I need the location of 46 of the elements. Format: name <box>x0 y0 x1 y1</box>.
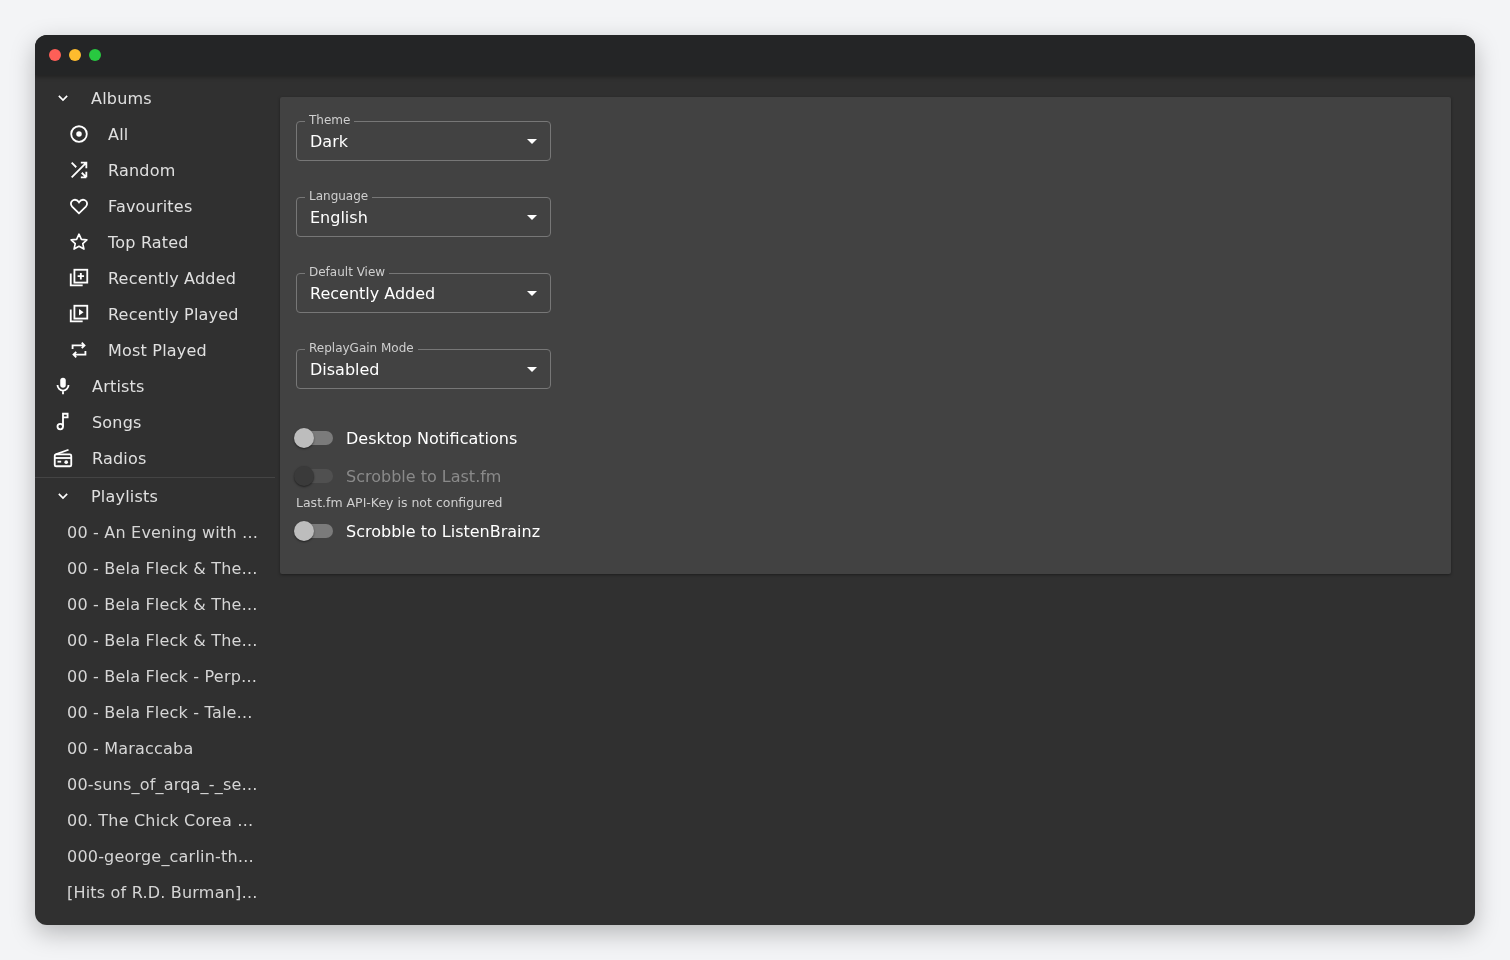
playlist-item[interactable]: 00 - Bela Fleck & The… <box>35 550 258 586</box>
sidebar-group-header[interactable]: Playlists <box>35 478 275 514</box>
sidebar-item[interactable]: Songs <box>35 404 275 440</box>
sidebar-item[interactable]: Most Played <box>35 332 275 368</box>
toggle-switch[interactable] <box>296 427 334 449</box>
helper-text: Last.fm API-Key is not configured <box>296 495 504 510</box>
minimize-button[interactable] <box>69 49 81 61</box>
playlist-item[interactable]: 00. The Chick Corea … <box>35 802 254 838</box>
sidebar-item[interactable]: Artists <box>35 368 275 404</box>
caret-icon <box>527 138 537 144</box>
playlist-item[interactable]: 00 - Bela Fleck - Tale… <box>35 694 253 730</box>
select-field[interactable]: Theme Dark <box>296 113 551 161</box>
caret-icon <box>527 290 537 296</box>
toggle-label: Scrobble to ListenBrainz <box>346 521 541 541</box>
sidebar-item[interactable]: Radios <box>35 440 275 476</box>
close-button[interactable] <box>49 49 61 61</box>
toggle-label: Desktop Notifications <box>346 428 518 448</box>
sidebar-item[interactable]: Recently Played <box>35 296 275 332</box>
shuffle-icon <box>68 159 90 181</box>
caret-icon <box>527 366 537 372</box>
star-icon <box>68 231 90 253</box>
playlist-item[interactable]: 000-george_carlin-th… <box>35 838 254 874</box>
select-field[interactable]: Default View Recently Added <box>296 265 551 313</box>
sidebar-item[interactable]: Favourites <box>35 188 275 224</box>
library-add-icon <box>68 267 90 289</box>
library-play-icon <box>68 303 90 325</box>
radio-icon <box>52 447 74 469</box>
toggle-label: Scrobble to Last.fm <box>346 466 502 486</box>
sidebar-item[interactable]: All <box>35 116 275 152</box>
playlist-item[interactable]: 00 - Bela Fleck & The… <box>35 622 258 658</box>
playlist-item[interactable]: 00 - Bela Fleck - Perp… <box>35 658 258 694</box>
playlist-item[interactable]: [Hits of R.D. Burman]… <box>35 874 258 910</box>
sidebar-group-header[interactable]: Albums <box>35 80 275 116</box>
maximize-button[interactable] <box>89 49 101 61</box>
disc-icon <box>68 123 90 145</box>
toggle-switch[interactable] <box>296 520 334 542</box>
sidebar-item[interactable]: Top Rated <box>35 224 275 260</box>
sidebar-item[interactable]: Random <box>35 152 275 188</box>
playlist-item[interactable]: 00 - Maraccaba <box>35 730 194 766</box>
playlist-item[interactable]: 00-suns_of_arqa_-_se… <box>35 766 258 802</box>
playlist-item[interactable]: 00 - Bela Fleck & The… <box>35 586 258 622</box>
select-field[interactable]: Language English <box>296 189 551 237</box>
sidebar-item[interactable]: Recently Added <box>35 260 275 296</box>
caret-icon <box>527 214 537 220</box>
select-field[interactable]: ReplayGain Mode Disabled <box>296 341 551 389</box>
playlist-item[interactable]: 00 - An Evening with … <box>35 514 259 550</box>
